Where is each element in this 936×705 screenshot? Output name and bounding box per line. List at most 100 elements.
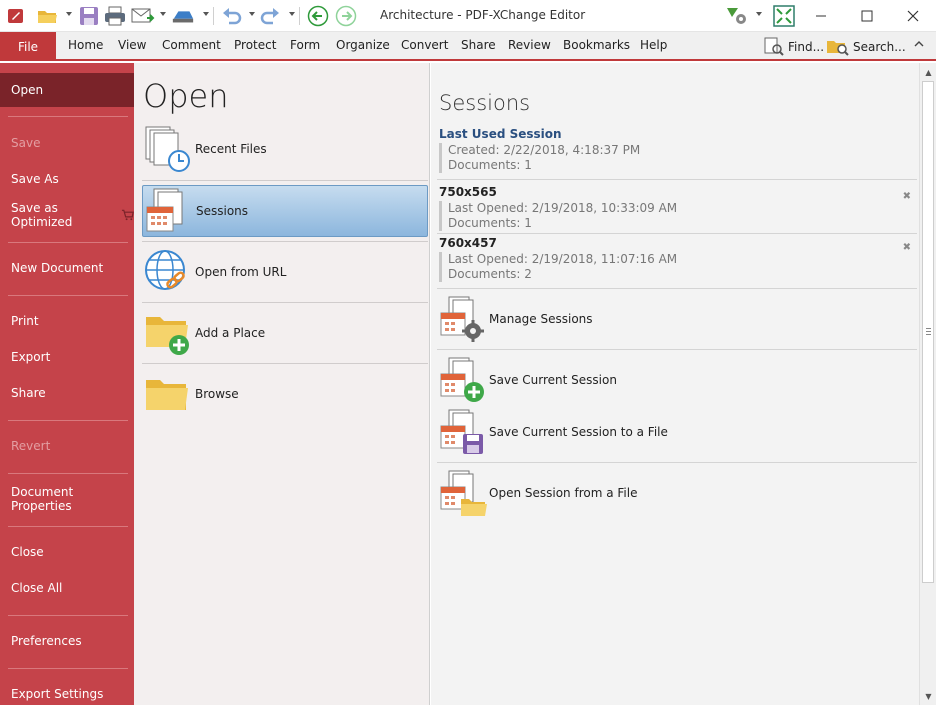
session-doc-count: Documents: 2	[448, 267, 532, 281]
recent-files-icon	[143, 125, 193, 173]
back-icon[interactable]	[306, 4, 330, 28]
open-recent-files[interactable]: Recent Files	[142, 123, 428, 175]
settings-icon[interactable]	[726, 4, 750, 28]
menu-home[interactable]: Home	[68, 38, 103, 52]
nav-print[interactable]: Print	[0, 304, 134, 338]
save-session-file-icon	[439, 408, 489, 456]
sessions-icon	[144, 187, 194, 235]
menu-organize[interactable]: Organize	[336, 38, 390, 52]
menu-bar: File Home View Comment Protect Form Orga…	[0, 32, 936, 61]
menu-review[interactable]: Review	[508, 38, 551, 52]
sessions-panel: Sessions Last Used Session Created: 2/22…	[431, 63, 919, 705]
menu-share[interactable]: Share	[461, 38, 496, 52]
vertical-scrollbar[interactable]: ▲ ▼	[919, 63, 936, 705]
folder-icon	[143, 370, 193, 418]
save-current-session-button[interactable]: Save Current Session	[439, 355, 909, 405]
nav-open[interactable]: Open	[0, 73, 134, 107]
nav-document-properties[interactable]: Document Properties	[0, 482, 134, 516]
session-name: 750x565	[439, 185, 497, 199]
cart-icon	[121, 209, 134, 221]
window-title: Architecture - PDF-XChange Editor	[380, 8, 586, 22]
session-doc-count: Documents: 1	[448, 158, 532, 172]
search-icon	[827, 41, 849, 56]
nav-close-all[interactable]: Close All	[0, 571, 134, 605]
scan-icon[interactable]	[171, 4, 195, 28]
open-add-a-place[interactable]: Add a Place	[142, 307, 428, 359]
sessions-label: Sessions	[196, 204, 249, 218]
add-a-place-label: Add a Place	[195, 326, 266, 340]
session-details: Last Opened: 2/19/2018, 10:33:09 AM Docu…	[439, 201, 917, 231]
menu-help[interactable]: Help	[640, 38, 667, 52]
manage-sessions-label: Manage Sessions	[489, 312, 593, 326]
remove-session-icon[interactable]: ✖	[903, 191, 911, 202]
open-from-url-label: Open from URL	[195, 265, 287, 279]
menu-form[interactable]: Form	[290, 38, 320, 52]
save-session-to-file-label: Save Current Session to a File	[489, 425, 668, 439]
nav-export[interactable]: Export	[0, 340, 134, 374]
nav-save-as[interactable]: Save As	[0, 162, 134, 196]
session-date: Created: 2/22/2018, 4:18:37 PM	[448, 143, 641, 157]
session-item[interactable]: 750x565 Last Opened: 2/19/2018, 10:33:09…	[439, 185, 917, 231]
nav-save: Save	[11, 136, 41, 150]
nav-preferences[interactable]: Preferences	[0, 624, 134, 658]
open-from-url[interactable]: Open from URL	[142, 246, 428, 298]
find-icon	[764, 37, 784, 56]
nav-save-as-optimized[interactable]: Save as Optimized	[0, 198, 134, 232]
forward-icon[interactable]	[334, 4, 358, 28]
undo-icon[interactable]	[220, 4, 244, 28]
recent-files-label: Recent Files	[195, 142, 267, 156]
session-item[interactable]: 760x457 Last Opened: 2/19/2018, 11:07:16…	[439, 236, 917, 282]
open-folder-icon[interactable]	[36, 4, 60, 28]
open-session-from-file-button[interactable]: Open Session from a File	[439, 468, 909, 518]
menu-protect[interactable]: Protect	[234, 38, 276, 52]
session-item[interactable]: Last Used Session Created: 2/22/2018, 4:…	[439, 127, 917, 173]
search-button[interactable]: Search...	[826, 37, 906, 57]
search-label: Search...	[853, 40, 906, 54]
file-tab[interactable]: File	[0, 32, 56, 61]
open-sessions[interactable]: Sessions	[142, 185, 428, 237]
fullscreen-icon[interactable]	[772, 4, 796, 28]
menu-bookmarks[interactable]: Bookmarks	[563, 38, 630, 52]
collapse-ribbon-button[interactable]	[914, 40, 924, 48]
scroll-down-icon[interactable]: ▼	[920, 688, 936, 704]
manage-sessions-icon	[439, 295, 489, 343]
redo-icon[interactable]	[258, 4, 282, 28]
remove-session-icon[interactable]: ✖	[903, 242, 911, 253]
menu-view[interactable]: View	[118, 38, 146, 52]
minimize-button[interactable]	[798, 0, 844, 32]
nav-new-document[interactable]: New Document	[0, 251, 134, 285]
nav-close[interactable]: Close	[0, 535, 134, 569]
maximize-button[interactable]	[844, 0, 890, 32]
manage-sessions-button[interactable]: Manage Sessions	[439, 294, 909, 344]
open-session-from-file-label: Open Session from a File	[489, 486, 638, 500]
chevron-up-icon	[914, 41, 924, 47]
session-doc-count: Documents: 1	[448, 216, 532, 230]
session-name: Last Used Session	[439, 127, 562, 141]
scroll-up-icon[interactable]: ▲	[920, 64, 936, 80]
email-icon[interactable]	[131, 4, 155, 28]
close-button[interactable]	[890, 0, 936, 32]
session-name: 760x457	[439, 236, 497, 250]
session-details: Created: 2/22/2018, 4:18:37 PM Documents…	[439, 143, 917, 173]
sessions-title: Sessions	[439, 91, 531, 115]
app-icon[interactable]	[4, 4, 28, 28]
save-current-session-label: Save Current Session	[489, 373, 617, 387]
scroll-grip-icon	[926, 328, 931, 335]
print-icon[interactable]	[103, 4, 127, 28]
scrollbar-thumb[interactable]	[922, 81, 934, 583]
menu-convert[interactable]: Convert	[401, 38, 448, 52]
find-button[interactable]: Find...	[763, 37, 824, 57]
session-details: Last Opened: 2/19/2018, 11:07:16 AM Docu…	[439, 252, 917, 282]
nav-revert: Revert	[11, 439, 51, 453]
nav-share[interactable]: Share	[0, 376, 134, 410]
globe-link-icon	[143, 248, 193, 296]
nav-export-settings[interactable]: Export Settings	[0, 677, 134, 705]
browse-label: Browse	[195, 387, 239, 401]
save-session-to-file-button[interactable]: Save Current Session to a File	[439, 407, 909, 457]
open-browse[interactable]: Browse	[142, 368, 428, 420]
menu-comment[interactable]: Comment	[162, 38, 221, 52]
save-icon[interactable]	[77, 4, 101, 28]
add-folder-icon	[143, 309, 193, 357]
save-session-icon	[439, 356, 489, 404]
session-date: Last Opened: 2/19/2018, 11:07:16 AM	[448, 252, 678, 266]
